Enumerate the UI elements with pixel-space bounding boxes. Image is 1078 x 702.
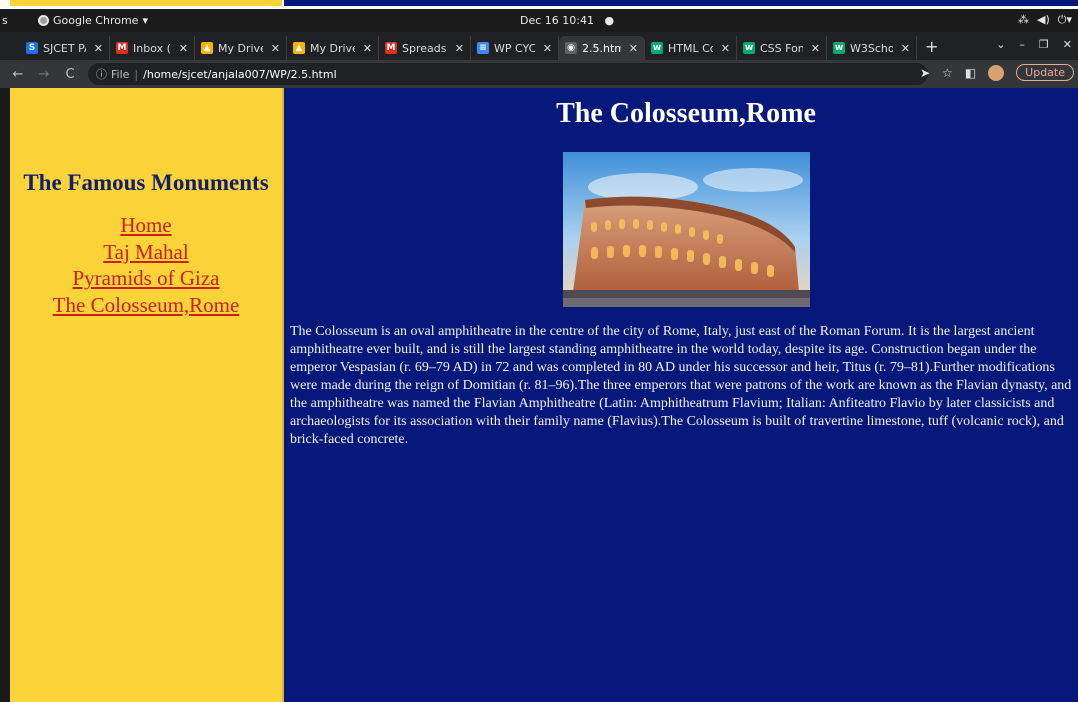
tab-close-icon[interactable]: ✕ — [363, 42, 372, 55]
tab-label: HTML Col — [668, 41, 713, 55]
send-icon[interactable]: ➤ — [920, 66, 930, 80]
page-viewport: The Famous Monuments Home Taj Mahal Pyrami… — [0, 88, 1078, 702]
tab-favicon-icon: w — [833, 42, 845, 54]
scheme-label: File — [111, 67, 130, 81]
address-bar: ← → C ⓘ File | /home/sjcet/anjala007/WP/… — [0, 60, 1078, 88]
activities-button[interactable]: s — [2, 14, 8, 27]
tab-favicon-icon: w — [743, 42, 755, 54]
tab-close-icon[interactable]: ✕ — [455, 42, 464, 55]
page-title: The Colosseum,Rome — [556, 98, 816, 129]
clock[interactable]: Dec 16 10:41 ● — [520, 14, 614, 27]
strip-blue — [284, 0, 1078, 6]
system-tray[interactable]: ⁂ ◀) ⏻▾ — [1018, 13, 1072, 27]
bookmark-star-icon[interactable]: ☆ — [942, 66, 953, 80]
power-icon: ⏻▾ — [1057, 13, 1072, 26]
tab-label: SJCET PA — [43, 41, 86, 55]
chrome-icon — [38, 15, 49, 26]
reload-button[interactable]: C — [62, 67, 78, 82]
tab-label: WP CYCLE — [494, 41, 535, 55]
side-panel-icon[interactable]: ◧ — [965, 66, 976, 80]
app-name: Google Chrome — [53, 14, 139, 27]
tab-3[interactable]: ▲ My Drive ✕ — [287, 36, 379, 60]
omnibox[interactable]: ⓘ File | /home/sjcet/anjala007/WP/2.5.ht… — [88, 63, 928, 85]
sidebar-title: The Famous Monuments — [23, 170, 269, 195]
network-icon: ⁂ — [1018, 13, 1029, 26]
tab-label: W3Schoo — [850, 41, 893, 55]
tab-close-icon[interactable]: ✕ — [271, 42, 280, 55]
app-menu[interactable]: Google Chrome ▾ — [38, 14, 148, 27]
tab-favicon-icon: ▲ — [293, 42, 305, 54]
tab-bar: S SJCET PA ✕ M Inbox (41 ✕ ▲ My Drive ✕ ▲ My Drive… — [0, 32, 1078, 60]
tab-label: Spreadsh — [402, 41, 447, 55]
tab-9[interactable]: w W3Schoo ✕ — [827, 36, 917, 60]
forward-button[interactable]: → — [36, 67, 52, 82]
site-info-icon[interactable]: ⓘ — [96, 66, 107, 82]
sidebar: The Famous Monuments Home Taj Mahal Pyrami… — [10, 88, 282, 702]
tab-label: Inbox (41 — [133, 41, 171, 55]
toolbar-right: ➤ ☆ ◧ Update — [920, 64, 1074, 81]
tab-label: My Drive — [218, 41, 263, 55]
tab-0[interactable]: S SJCET PA ✕ — [20, 36, 110, 60]
tab-2[interactable]: ▲ My Drive ✕ — [195, 36, 287, 60]
tab-close-icon[interactable]: ✕ — [543, 42, 552, 55]
nav-link-2[interactable]: Pyramids of Giza — [10, 265, 282, 292]
tab-label: 2.5.html — [582, 41, 621, 55]
strip-yellow — [10, 0, 282, 6]
url-text: /home/sjcet/anjala007/WP/2.5.html — [143, 67, 337, 81]
tab-close-icon[interactable]: ✕ — [811, 42, 820, 55]
tab-close-icon[interactable]: ✕ — [901, 42, 910, 55]
minimize-button[interactable]: – — [1019, 38, 1025, 51]
tab-close-icon[interactable]: ✕ — [721, 42, 730, 55]
new-tab-button[interactable]: + — [917, 37, 946, 60]
tab-favicon-icon: S — [26, 42, 38, 54]
tab-favicon-icon: w — [651, 42, 663, 54]
main-content: The Colosseum,Rome The Colosseum is an o… — [284, 88, 1078, 702]
tab-6[interactable]: ◉ 2.5.html ✕ — [559, 36, 645, 60]
page-left-edge — [0, 88, 10, 702]
tab-8[interactable]: w CSS Font ✕ — [737, 36, 827, 60]
previous-window-strip — [0, 0, 1078, 9]
tab-favicon-icon: M — [385, 42, 397, 54]
clock-text: Dec 16 10:41 — [520, 14, 594, 27]
window-controls: ⌄ – ❐ ✕ — [996, 38, 1072, 51]
tab-7[interactable]: w HTML Col ✕ — [645, 36, 737, 60]
profile-avatar[interactable] — [988, 64, 1005, 81]
tab-favicon-icon: M — [116, 42, 128, 54]
tab-close-icon[interactable]: ✕ — [179, 42, 188, 55]
volume-icon: ◀) — [1037, 13, 1050, 26]
update-button[interactable]: Update — [1016, 64, 1074, 81]
tab-search-icon[interactable]: ⌄ — [996, 38, 1005, 51]
chevron-down-icon: ▾ — [142, 14, 148, 27]
tab-4[interactable]: M Spreadsh ✕ — [379, 36, 471, 60]
tab-close-icon[interactable]: ✕ — [94, 42, 103, 55]
tab-list: S SJCET PA ✕ M Inbox (41 ✕ ▲ My Drive ✕ ▲ My Drive… — [20, 36, 917, 60]
tab-close-icon[interactable]: ✕ — [629, 42, 638, 55]
close-window-button[interactable]: ✕ — [1063, 38, 1072, 51]
tab-favicon-icon: ≡ — [477, 42, 489, 54]
description-paragraph: The Colosseum is an oval amphitheatre in… — [290, 324, 1072, 447]
tab-label: My Drive — [310, 41, 355, 55]
nav-link-1[interactable]: Taj Mahal — [10, 239, 282, 266]
nav-link-3[interactable]: The Colosseum,Rome — [10, 292, 282, 319]
scheme-separator: | — [134, 67, 139, 81]
tab-5[interactable]: ≡ WP CYCLE ✕ — [471, 36, 559, 60]
tab-favicon-icon: ▲ — [201, 42, 213, 54]
tab-1[interactable]: M Inbox (41 ✕ — [110, 36, 195, 60]
back-button[interactable]: ← — [10, 67, 26, 82]
restore-button[interactable]: ❐ — [1039, 38, 1049, 51]
sidebar-nav: Home Taj Mahal Pyramids of Giza The Colosse… — [10, 212, 282, 318]
nav-link-0[interactable]: Home — [10, 212, 282, 239]
os-top-bar: s Google Chrome ▾ Dec 16 10:41 ● ⁂ ◀) ⏻▾ — [0, 9, 1078, 32]
colosseum-image — [563, 152, 810, 307]
notification-dot-icon: ● — [597, 14, 615, 27]
tab-label: CSS Font — [760, 41, 803, 55]
tab-favicon-icon: ◉ — [565, 42, 577, 54]
